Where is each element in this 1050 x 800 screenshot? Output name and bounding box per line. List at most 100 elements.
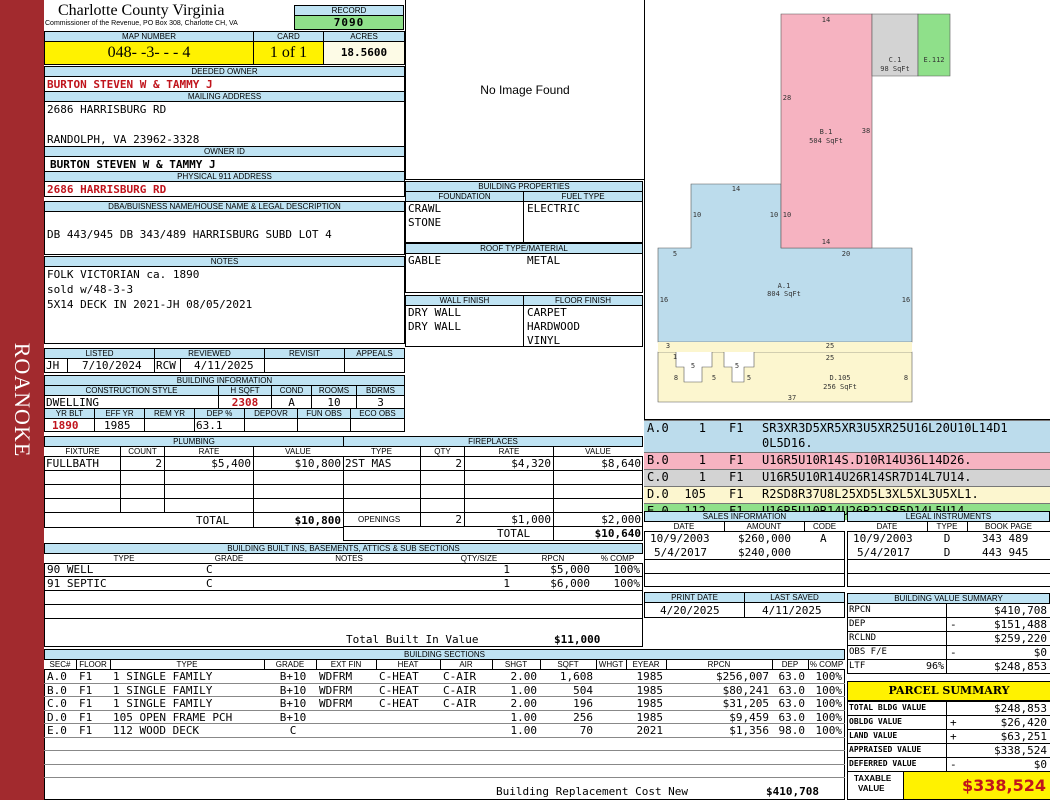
segment-count: 105 <box>684 487 706 501</box>
fireplace-total-label: TOTAL <box>497 527 531 540</box>
section-cell: B+10 <box>279 710 307 724</box>
foundation-item: STONE <box>408 216 442 229</box>
plumbing-total: $10,800 <box>294 514 341 527</box>
dim: 16 <box>660 296 668 304</box>
section-col-header: WHGT <box>598 660 624 669</box>
segment-code: R2SD8R37U8L25XD5L3XL5XL3U5XL1. <box>762 487 979 501</box>
section-cell: 100% <box>815 670 843 683</box>
section-cell: 1985 <box>636 683 664 697</box>
section-cell: 1985 <box>636 697 664 710</box>
acres-value: 18.5600 <box>323 41 405 65</box>
builtins-col-header: QTY/SIZE <box>460 554 498 563</box>
plumbing-total-label: TOTAL <box>196 514 230 527</box>
sketch-label: 256 SqFt <box>823 383 857 391</box>
section-cell: 2021 <box>636 724 664 737</box>
section-cell: C-AIR <box>443 683 477 697</box>
value-summary-label: RPCN <box>849 605 871 615</box>
listed-date: 7/10/2024 <box>82 359 142 372</box>
parcel-value: $26,420 <box>1000 716 1047 729</box>
sales-date: 10/9/2003 <box>650 532 710 545</box>
section-cell: 112 WOOD DECK <box>113 724 200 737</box>
sketch-label: B.1 <box>820 128 833 136</box>
fuel-item: ELECTRIC <box>527 202 580 215</box>
segment-id: B.0 <box>647 453 669 467</box>
fireplace-qty: 2 <box>455 457 462 470</box>
parcel-label: TOTAL BLDG VALUE <box>849 703 927 712</box>
dim: 20 <box>842 250 850 258</box>
segment-floor: F1 <box>729 487 744 501</box>
map-number-value: 048- -3- - - 4 <box>44 41 254 65</box>
parcel-value: $338,524 <box>994 744 1047 757</box>
row-line <box>44 777 845 778</box>
sales-amount: $260,000 <box>738 532 791 545</box>
dim: 25 <box>826 354 834 362</box>
reviewed-by: RCW <box>156 359 176 372</box>
section-cell: 1 SINGLE FAMILY <box>113 683 213 697</box>
section-col-header: EYEAR <box>632 660 660 669</box>
section-cell: $256,007 <box>716 670 769 683</box>
segment-id: A.0 <box>647 421 669 435</box>
section-cell: 105 OPEN FRAME PCH <box>113 710 233 724</box>
parcel-label: LAND VALUE <box>849 731 898 740</box>
section-col-header: % COMP <box>809 660 844 669</box>
fireplace-col-header: QTY <box>434 447 451 456</box>
section-cell: F1 <box>79 710 93 724</box>
depreciation: 63.1 <box>196 419 223 432</box>
fireplace-value: $8,640 <box>601 457 641 470</box>
sales-col-header: DATE <box>673 522 695 531</box>
plumbing-col-header: VALUE <box>285 447 311 456</box>
section-col-header: HEAT <box>397 660 419 669</box>
segment-code: 0L5D16. <box>762 436 813 450</box>
legal-col-header: TYPE <box>936 522 958 531</box>
parcel-label: OBLDG VALUE <box>849 717 902 726</box>
section-cell: 1,608 <box>559 670 593 683</box>
section-col-header: SHGT <box>504 660 528 669</box>
col-line <box>626 659 627 670</box>
taxable-value: $338,524 <box>903 771 1050 800</box>
section-cell: $9,459 <box>729 710 769 724</box>
listed-by: JH <box>46 359 60 372</box>
col-line <box>264 659 265 670</box>
mailing-line-1: 2686 HARRISBURG RD <box>47 103 167 116</box>
owner-id: BURTON STEVEN W & TAMMY J <box>50 158 216 171</box>
section-cell: B+10 <box>279 683 307 697</box>
fireplaces-header: FIREPLACES <box>343 436 643 447</box>
builtin-grade: C <box>206 577 213 590</box>
section-col-header: SQFT <box>557 660 579 669</box>
section-cell: 70 <box>579 724 593 737</box>
builtin-grade: C <box>206 563 213 576</box>
dim: 8 <box>904 374 908 382</box>
builtins-total-label: Total Built In Value <box>346 633 479 646</box>
section-col-header: TYPE <box>176 660 198 669</box>
value-summary-value: $259,220 <box>994 632 1047 645</box>
plumbing-count: 2 <box>155 457 162 470</box>
replacement-cost-label: Building Replacement Cost New <box>496 785 689 798</box>
section-cell: B.0 <box>47 683 67 697</box>
plumbing-value: $10,800 <box>294 457 341 470</box>
section-cell: 196 <box>573 697 593 710</box>
dim: 38 <box>862 127 870 135</box>
note-line: sold w/48-3-3 <box>47 283 134 296</box>
value-summary-label: RCLND <box>849 633 877 643</box>
section-col-header: FLOOR <box>79 660 107 669</box>
sales-col-header: AMOUNT <box>746 522 782 531</box>
plumbing-col-header: COUNT <box>128 447 157 456</box>
dim: 5 <box>747 374 751 382</box>
sketch-label: 98 SqFt <box>880 65 910 73</box>
sidebar-label: ROANOKE <box>10 342 35 458</box>
dim: 1 <box>673 353 677 361</box>
legal-description: DB 443/945 DB 343/489 HARRISBURG SUBD LO… <box>47 228 332 241</box>
dim: 5 <box>735 362 739 370</box>
year-built: 1890 <box>52 419 79 432</box>
builtin-type: 91 SEPTIC <box>47 577 107 590</box>
commissioner-address: Commissioner of the Revenue, PO Box 308,… <box>45 20 238 27</box>
segment-floor: F1 <box>729 421 744 435</box>
openings-rate: $1,000 <box>511 513 551 526</box>
plumbing-col-header: FIXTURE <box>65 447 100 456</box>
taxable-label: VALUE <box>858 784 885 793</box>
row-line <box>44 763 845 765</box>
builtin-comp: 100% <box>613 563 641 576</box>
builtins-col-header: % COMP <box>600 554 635 563</box>
col-line <box>492 659 493 670</box>
section-cell: 100% <box>815 697 843 710</box>
